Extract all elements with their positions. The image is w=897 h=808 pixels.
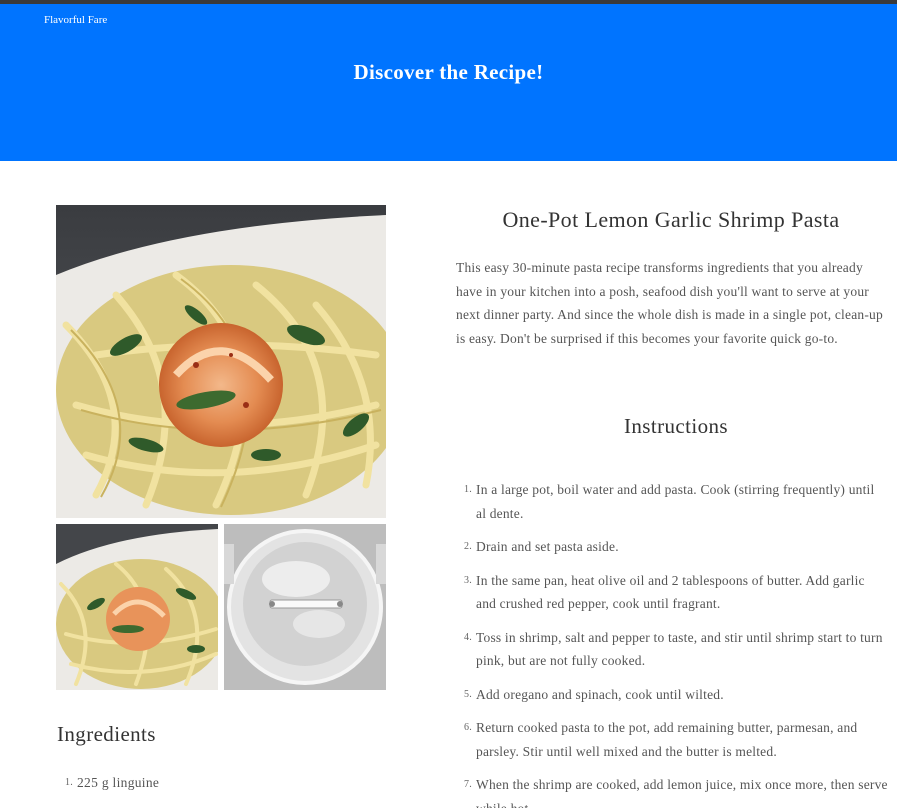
- instruction-step: 2. Drain and set pasta aside.: [456, 535, 888, 559]
- instruction-step-number: 4.: [464, 631, 472, 643]
- instruction-step-text: Add oregano and spinach, cook until wilt…: [476, 686, 724, 702]
- instruction-step-text: When the shrimp are cooked, add lemon ju…: [476, 777, 888, 808]
- instruction-step: 1. In a large pot, boil water and add pas…: [456, 478, 888, 525]
- main-recipe-photo: [56, 205, 386, 518]
- instruction-step-number: 7.: [464, 779, 472, 790]
- instruction-step: 6. Return cooked pasta to the pot, add re…: [456, 716, 888, 763]
- instruction-step: 7. When the shrimp are cooked, add lemon …: [456, 773, 888, 808]
- instruction-step-text: In a large pot, boil water and add pasta…: [476, 482, 875, 521]
- instruction-step: 4. Toss in shrimp, salt and pepper to tas…: [456, 626, 888, 673]
- ingredient-item-number: 1.: [65, 777, 74, 788]
- instructions-heading: Instructions: [624, 414, 728, 438]
- instruction-step: 5. Add oregano and spinach, cook until wi…: [456, 683, 888, 707]
- ingredient-item: 1. 225 g linguine: [57, 771, 159, 795]
- instruction-step-text: Return cooked pasta to the pot, add rema…: [476, 720, 858, 759]
- instruction-step-number: 5.: [464, 688, 472, 700]
- instruction-step: 3. In the same pan, heat olive oil and 2 …: [456, 569, 888, 616]
- recipe-description: This easy 30-minute pasta recipe transfo…: [456, 260, 883, 346]
- instruction-step-number: 3.: [464, 574, 472, 586]
- ingredients-list: 1. 225 g linguine: [57, 771, 159, 795]
- hero-title: Discover the Recipe!: [353, 60, 544, 84]
- hero-banner: Flavorful Fare Discover the Recipe!: [0, 4, 897, 161]
- instruction-step-number: 6.: [464, 722, 472, 733]
- instruction-step-number: 1.: [464, 484, 472, 495]
- instruction-step-text: In the same pan, heat olive oil and 2 ta…: [476, 572, 865, 612]
- instruction-step-number: 2.: [464, 541, 472, 552]
- instruction-step-text: Drain and set pasta aside.: [476, 539, 619, 554]
- instructions-list: 1. In a large pot, boil water and add pas…: [456, 478, 888, 808]
- ingredient-item-text: 225 g linguine: [77, 775, 160, 790]
- thumbnail-pot-photo[interactable]: [224, 524, 386, 690]
- instruction-step-text: Toss in shrimp, salt and pepper to taste…: [476, 629, 883, 669]
- ingredients-heading: Ingredients: [57, 722, 156, 746]
- brand-link[interactable]: Flavorful Fare: [44, 14, 107, 26]
- recipe-title: One-Pot Lemon Garlic Shrimp Pasta: [502, 207, 840, 232]
- thumbnail-pasta-photo[interactable]: [56, 524, 218, 690]
